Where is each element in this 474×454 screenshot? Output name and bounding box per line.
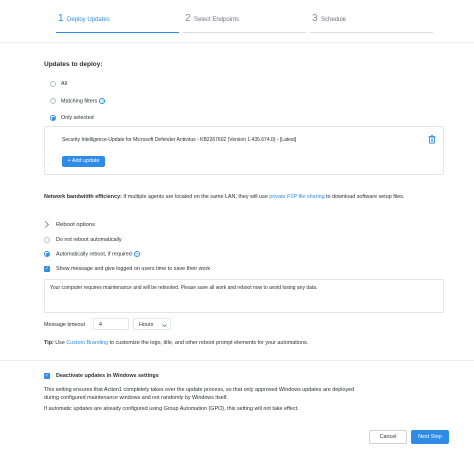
selected-updates-panel	[44, 126, 444, 175]
selected-update-item: Security Intelligence-Update for Microso…	[62, 137, 297, 143]
message-timeout-label: Message timeout	[44, 322, 86, 328]
step-schedule[interactable]: 3 Schedule	[310, 12, 433, 33]
radio-all[interactable]	[50, 81, 56, 87]
cancel-button[interactable]: Cancel	[369, 430, 407, 444]
add-update-button[interactable]: + Add update	[62, 156, 105, 167]
step-number: 1	[58, 13, 64, 24]
step-label: Deploy Updates	[67, 17, 110, 23]
reboot-options-toggle[interactable]	[41, 220, 50, 229]
radio-auto-reboot-label: Automatically reboot, if required?	[56, 251, 140, 258]
show-message-checkbox[interactable]: ✓	[44, 266, 50, 272]
timeout-value-input[interactable]: 4	[93, 318, 129, 330]
divider	[0, 42, 474, 43]
radio-do-not-reboot-label: Do not reboot automatically	[56, 237, 122, 243]
radio-auto-reboot[interactable]	[44, 251, 50, 257]
windows-desc-line1: This setting ensures that Action1 comple…	[44, 387, 355, 393]
radio-do-not-reboot[interactable]	[44, 237, 50, 243]
radio-selected-label: Only selected	[61, 115, 94, 121]
updates-title: Updates to deploy:	[44, 61, 103, 68]
step-number: 2	[185, 13, 191, 24]
reboot-message-text: Your computer requires maintenance and w…	[50, 285, 318, 291]
radio-matching-label: Matching filters?	[61, 98, 106, 105]
radio-all-label: All	[61, 81, 67, 87]
deactivate-windows-updates-label: Deactivate updates in Windows settings	[56, 373, 159, 379]
show-message-label: Show message and give logged on users ti…	[56, 266, 211, 272]
windows-desc-line3: If automatic updates are already configu…	[44, 406, 299, 412]
timeout-unit-select[interactable]: Hours	[133, 318, 171, 330]
step-select-endpoints[interactable]: 2 Select Endpoints	[183, 12, 306, 33]
custom-branding-link[interactable]: Custom Branding	[66, 340, 108, 346]
chevron-down-icon	[162, 323, 167, 327]
next-step-button[interactable]: Next Step	[411, 430, 449, 444]
step-deploy-updates[interactable]: 1 Deploy Updates	[56, 12, 179, 33]
p2p-link[interactable]: private P2P file sharing	[269, 194, 324, 200]
question-circle-icon[interactable]: ?	[133, 251, 140, 257]
step-number: 3	[312, 13, 318, 24]
divider	[0, 360, 474, 361]
step-label: Select Endpoints	[194, 17, 240, 23]
step-label: Schedule	[321, 17, 347, 23]
reboot-options-title: Reboot options	[56, 222, 95, 228]
question-circle-icon[interactable]: ?	[99, 98, 106, 104]
wizard-steps: 1 Deploy Updates 2 Select Endpoints 3 Sc…	[56, 12, 433, 34]
tip-text: Tip: Use Custom Branding to customize th…	[44, 340, 309, 346]
radio-matching-filters[interactable]	[50, 98, 56, 104]
trash-icon[interactable]	[428, 135, 436, 144]
deactivate-windows-updates-checkbox[interactable]: ✓	[44, 373, 50, 379]
radio-only-selected[interactable]	[50, 115, 56, 121]
windows-desc-line2: during configured maintenance windows an…	[44, 395, 228, 401]
network-efficiency-text: Network bandwidth efficiency: If multipl…	[44, 194, 405, 200]
reboot-message-textarea[interactable]: Your computer requires maintenance and w…	[44, 279, 444, 313]
